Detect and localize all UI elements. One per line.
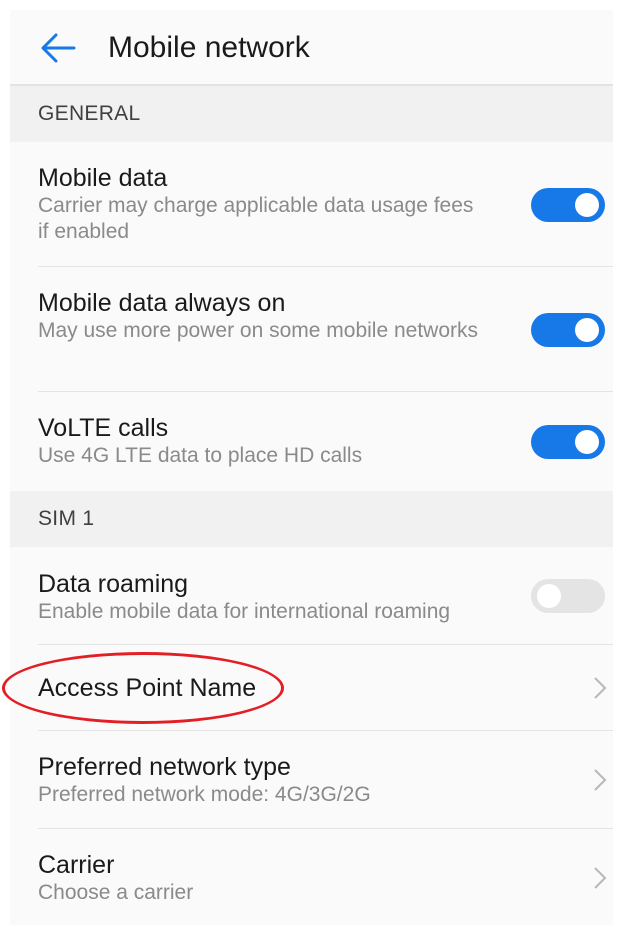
section-header-sim1: SIM 1 xyxy=(10,491,613,547)
toggle-knob xyxy=(575,317,599,342)
toggle-knob xyxy=(575,429,599,454)
setting-title: VoLTE calls xyxy=(38,414,169,442)
setting-data-roaming[interactable]: Data roaming Enable mobile data for inte… xyxy=(10,547,613,645)
setting-subtitle: Preferred network mode: 4G/3G/2G xyxy=(38,783,371,806)
mobile-data-toggle[interactable] xyxy=(531,187,605,222)
setting-title: Mobile data always on xyxy=(38,289,286,317)
page-title: Mobile network xyxy=(108,31,310,64)
setting-volte-calls[interactable]: VoLTE calls Use 4G LTE data to place HD … xyxy=(10,392,613,491)
setting-title: Data roaming xyxy=(38,570,189,598)
arrow-left-icon xyxy=(41,33,76,63)
setting-title: Preferred network type xyxy=(38,753,291,781)
setting-subtitle: Carrier may charge applicable data usage… xyxy=(38,194,474,243)
setting-subtitle: May use more power on some mobile networ… xyxy=(38,319,479,342)
setting-title: Carrier xyxy=(38,851,115,879)
data-roaming-toggle[interactable] xyxy=(531,579,605,613)
chevron-right-icon xyxy=(594,867,607,889)
back-button[interactable] xyxy=(38,28,78,68)
mobile-network-screen: Mobile network GENERAL Mobile data Carri… xyxy=(10,10,613,925)
setting-subtitle: Choose a carrier xyxy=(38,881,194,904)
setting-carrier[interactable]: Carrier Choose a carrier xyxy=(10,829,613,925)
chevron-right-icon xyxy=(594,677,607,699)
setting-subtitle: Enable mobile data for international roa… xyxy=(38,600,451,623)
setting-mobile-data[interactable]: Mobile data Carrier may charge applicabl… xyxy=(10,142,613,267)
toggle-knob xyxy=(537,584,561,608)
app-header: Mobile network xyxy=(10,10,613,86)
section-header-general: GENERAL xyxy=(10,86,613,142)
volte-calls-toggle[interactable] xyxy=(531,424,605,459)
setting-mobile-data-always-on[interactable]: Mobile data always on May use more power… xyxy=(10,267,613,392)
setting-title: Mobile data xyxy=(38,164,168,192)
toggle-knob xyxy=(575,192,599,217)
setting-subtitle: Use 4G LTE data to place HD calls xyxy=(38,444,363,467)
setting-preferred-network-type[interactable]: Preferred network type Preferred network… xyxy=(10,731,613,829)
setting-access-point-name[interactable]: Access Point Name xyxy=(10,645,613,731)
chevron-right-icon xyxy=(594,769,607,791)
setting-title: Access Point Name xyxy=(38,674,257,702)
mobile-data-always-on-toggle[interactable] xyxy=(531,312,605,347)
